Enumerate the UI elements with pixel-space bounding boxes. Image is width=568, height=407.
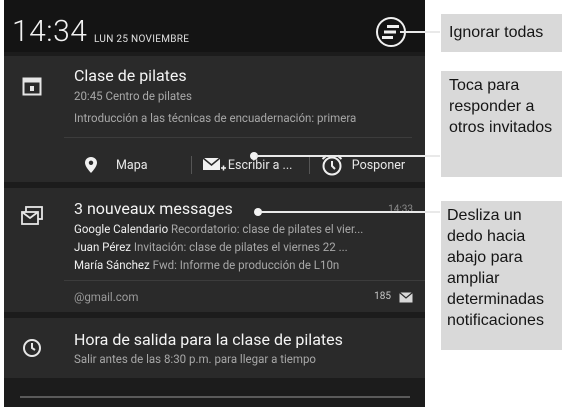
gmail-stack-icon [21, 206, 43, 225]
message-snippet: Recordatorio: clase de pilates el vier..… [171, 222, 364, 236]
location-pin-icon [85, 157, 97, 173]
email-plus-icon [202, 157, 226, 171]
notification-subtitle: Salir antes de las 8:30 p.m. para llegar… [74, 352, 316, 366]
notification-shade: 14:34 LUN 25 NOVIEMBRE Clase de pilates … [4, 0, 425, 407]
callout-reply: Toca para responder a otros invitados [441, 71, 562, 177]
callout-line [256, 155, 440, 157]
clock-icon [23, 339, 41, 357]
message-sender: Juan Pérez [74, 240, 132, 254]
notification-time: 14:33 [388, 204, 413, 215]
drag-handle[interactable] [20, 396, 410, 398]
notification-title: 3 nouveaux messages [74, 199, 233, 218]
message-sender: Google Calendario [74, 222, 169, 236]
message-row[interactable]: Google Calendario Recordatorio: clase de… [74, 222, 363, 236]
status-header: 14:34 LUN 25 NOVIEMBRE [4, 0, 425, 52]
clear-all-icon [382, 25, 399, 39]
account-email: @gmail.com [74, 290, 139, 304]
message-snippet: Invitación: clase de pilates el viernes … [133, 240, 348, 254]
message-snippet: Fwd: Informe de producción de L10n [152, 258, 340, 272]
action-label: Escribir a ... [227, 157, 293, 173]
notification-detail: Introducción a las técnicas de encuadern… [74, 111, 357, 125]
callout-clear-all: Ignorar todas [441, 14, 562, 52]
clock-date: LUN 25 NOVIEMBRE [94, 34, 190, 45]
action-label: Mapa [116, 157, 148, 173]
map-action-button[interactable]: Mapa [64, 156, 191, 174]
gmail-notification[interactable]: 3 nouveaux messages 14:33 Google Calenda… [4, 188, 425, 312]
message-sender: María Sánchez [74, 258, 150, 272]
callout-line [400, 31, 440, 33]
callout-expand: Desliza un dedo hacia abajo para ampliar… [441, 201, 562, 350]
divider [64, 137, 412, 138]
notification-subtitle: 20:45 Centro de pilates [74, 89, 192, 103]
clock-time: 14:34 [12, 14, 88, 49]
divider [64, 280, 425, 281]
notification-title: Hora de salida para la clase de pilates [74, 330, 343, 349]
message-row[interactable]: María Sánchez Fwd: Informe de producción… [74, 258, 339, 272]
notification-title: Clase de pilates [74, 66, 187, 85]
action-label: Posponer [351, 157, 406, 173]
message-row[interactable]: Juan Pérez Invitación: clase de pilates … [74, 240, 348, 254]
mail-icon [399, 292, 413, 303]
notification-actions: Mapa Escribir a ... Posponer [64, 148, 425, 182]
calendar-icon [22, 77, 42, 96]
unread-count: 185 [374, 291, 391, 302]
departure-notification[interactable]: Hora de salida para la clase de pilates … [4, 318, 425, 378]
callout-line [260, 211, 440, 213]
calendar-notification[interactable]: Clase de pilates 20:45 Centro de pilates… [4, 56, 425, 182]
